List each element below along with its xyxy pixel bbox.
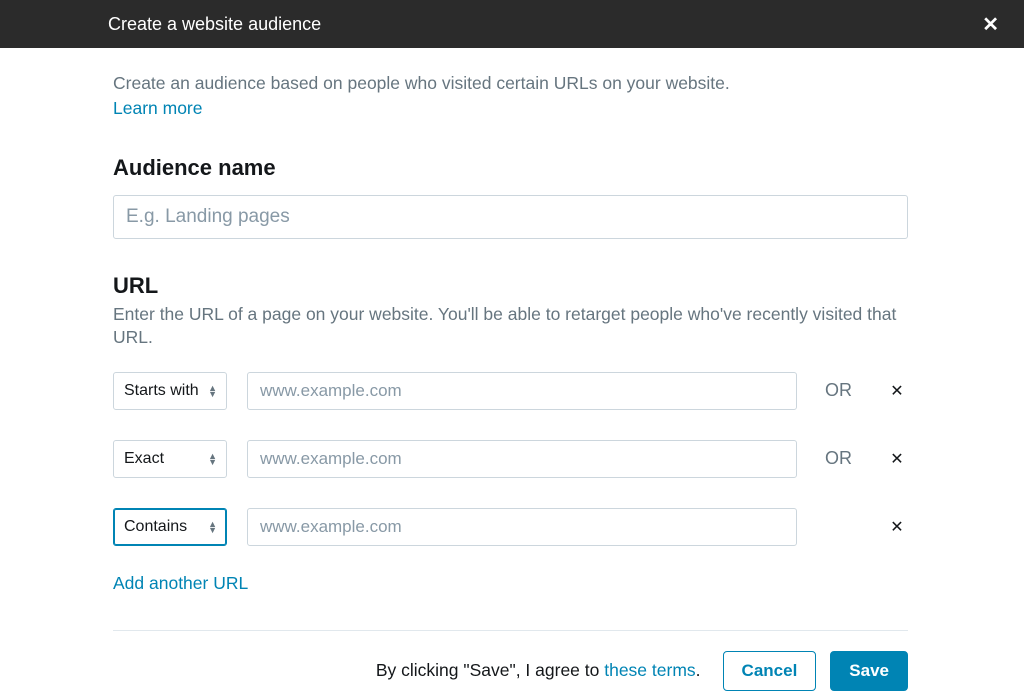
match-type-select[interactable] <box>113 508 227 546</box>
url-input[interactable] <box>247 508 797 546</box>
or-label: OR <box>825 380 875 401</box>
url-row: ▲▼ ✕ <box>113 508 913 546</box>
audience-name-label: Audience name <box>113 155 913 181</box>
remove-row-icon[interactable]: ✕ <box>889 381 905 401</box>
or-label: OR <box>825 448 875 469</box>
url-section-label: URL <box>113 273 913 299</box>
remove-row-icon[interactable]: ✕ <box>889 449 905 469</box>
footer-divider <box>113 630 908 631</box>
remove-row-icon[interactable]: ✕ <box>889 517 905 537</box>
cancel-button[interactable]: Cancel <box>723 651 817 691</box>
terms-prefix: By clicking "Save", I agree to <box>376 660 604 680</box>
add-another-url-link[interactable]: Add another URL <box>113 573 248 594</box>
learn-more-link[interactable]: Learn more <box>113 98 203 119</box>
terms-link[interactable]: these terms <box>604 660 695 680</box>
match-type-select[interactable] <box>113 440 227 478</box>
match-type-wrap: ▲▼ <box>113 508 227 546</box>
match-type-select[interactable] <box>113 372 227 410</box>
save-button[interactable]: Save <box>830 651 908 691</box>
terms-text: By clicking "Save", I agree to these ter… <box>376 660 701 681</box>
url-input[interactable] <box>247 440 797 478</box>
audience-name-input[interactable] <box>113 195 908 239</box>
url-row: ▲▼ OR ✕ <box>113 440 913 478</box>
match-type-wrap: ▲▼ <box>113 440 227 478</box>
intro-text: Create an audience based on people who v… <box>113 72 913 96</box>
close-icon[interactable]: ✕ <box>982 12 1004 37</box>
modal-content: Create an audience based on people who v… <box>113 48 913 691</box>
terms-suffix: . <box>696 660 701 680</box>
modal-footer: By clicking "Save", I agree to these ter… <box>113 651 908 691</box>
modal-title: Create a website audience <box>108 14 321 35</box>
url-section-description: Enter the URL of a page on your website.… <box>113 303 913 350</box>
match-type-wrap: ▲▼ <box>113 372 227 410</box>
modal-header: Create a website audience ✕ <box>0 0 1024 48</box>
url-row: ▲▼ OR ✕ <box>113 372 913 410</box>
url-input[interactable] <box>247 372 797 410</box>
